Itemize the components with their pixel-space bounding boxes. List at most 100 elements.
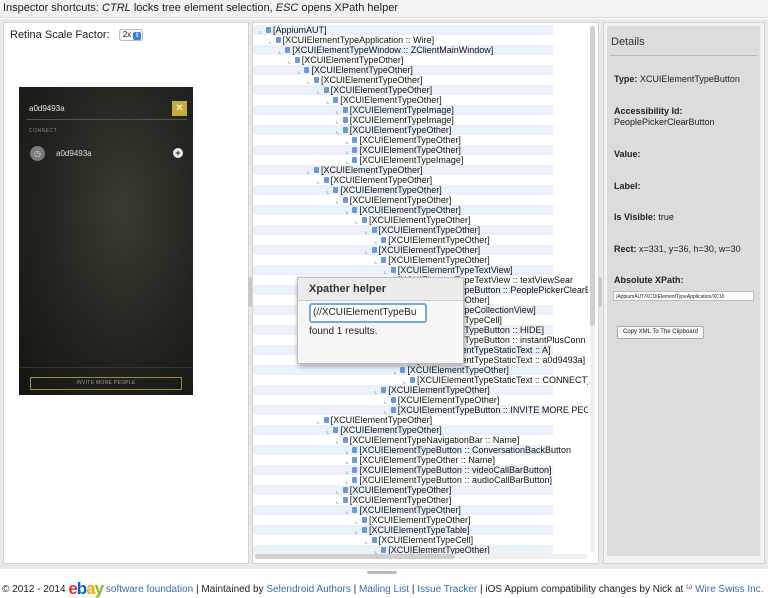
software-foundation-link[interactable]: software foundation [103, 584, 193, 595]
tree-node[interactable]: ⌞[XCUIElementTypeOther] [384, 395, 500, 405]
tree-horizontal-scroll-thumb[interactable] [255, 554, 455, 559]
tree-node[interactable]: ⌞ [XCUIElementTypeApplication :: Wire] [269, 35, 435, 45]
tree-node[interactable]: ⌞[XCUIElementTypeOther] [336, 125, 452, 135]
tree-node[interactable]: ⌞[XCUIElementTypeOther] [365, 225, 481, 235]
tree-node-icon [381, 237, 387, 243]
phone-invite-button[interactable]: INVITE MORE PEOPLE [30, 377, 182, 390]
ebay-logo[interactable]: ebay [68, 579, 105, 598]
tree-node[interactable]: ⌞[XCUIElementTypeOther] [355, 215, 471, 225]
tree-node-label: [XCUIElementTypeOther] [349, 195, 452, 205]
phone-search-text[interactable]: a0d9493a [29, 104, 65, 113]
tree-node-label: [XCUIElementTypeButton :: ConversationBa… [359, 445, 572, 455]
retina-scale-select[interactable]: 2x ⇕ [118, 29, 144, 41]
tree-connector-icon: ⌞ [326, 188, 330, 195]
copy-xml-button[interactable]: Copy XML To The Clipboard [617, 326, 704, 339]
details-box: Details Type: XCUIElementTypeButton Acce… [607, 26, 760, 556]
tree-node[interactable]: ⌞ [XCUIElementTypeTextView] [384, 265, 513, 275]
tree-node[interactable]: ⌞[XCUIElementTypeOther] [345, 135, 461, 145]
tree-vertical-scroll-thumb[interactable] [590, 26, 595, 326]
wire-swiss-link[interactable]: Wire Swiss Inc. [692, 584, 763, 595]
tree-node-label: [XCUIElementTypeOther] [369, 515, 471, 525]
tree-node[interactable]: ⌞[XCUIElementTypeOther] [288, 55, 404, 65]
tree-node[interactable]: ⌞ [XCUIElementTypeStaticText :: CONNECT] [403, 375, 588, 385]
tree-node[interactable]: ⌞[XCUIElementTypeOther] [307, 75, 423, 85]
tree-node[interactable]: ⌞[XCUIElementTypeOther] [317, 415, 433, 425]
tree-node[interactable]: ⌞ [AppiumAUT] [259, 25, 327, 35]
tree-node-icon [275, 37, 281, 43]
tree-node[interactable]: ⌞ [XCUIElementTypeTable] [355, 525, 470, 535]
xpather-helper-dialog: Xpather helper (//XCUIElementTypeBu foun… [297, 277, 464, 364]
tree-node[interactable]: ⌞[XCUIElementTypeOther] [336, 495, 452, 505]
tree-node[interactable]: ⌞ [XCUIElementTypeWindow :: ZClientMainWi… [278, 45, 493, 55]
tree-node[interactable]: ⌞[XCUIElementTypeOther] [336, 485, 452, 495]
phone-add-icon[interactable]: + [173, 148, 183, 158]
tree-node[interactable]: ⌞ [XCUIElementTypeOther :: Name] [345, 455, 495, 465]
right-splitter[interactable] [598, 277, 602, 307]
tree-node-label: [XCUIElementTypeOther] [321, 75, 423, 85]
tree-connector-icon: ⌞ [345, 508, 349, 515]
phone-contact-name[interactable]: a0d9493a [56, 149, 92, 158]
selendroid-authors-link[interactable]: Selendroid Authors [266, 584, 351, 595]
retina-scale-row: Retina Scale Factor: 2x ⇕ [10, 29, 144, 41]
tree-node[interactable]: ⌞[XCUIElementTypeOther] [374, 385, 490, 395]
tree-node[interactable]: ⌞[XCUIElementTypeOther] [345, 205, 461, 215]
tree-node[interactable]: ⌞ [XCUIElementTypeButton :: INVITE MORE P… [384, 405, 588, 415]
tree-node-icon [362, 527, 367, 533]
tree-node[interactable]: ⌞[XCUIElementTypeOther] [326, 425, 442, 435]
tree-node[interactable]: ⌞[XCUIElementTypeOther] [317, 175, 433, 185]
tree-node-label: [XCUIElementTypeOther] [311, 65, 413, 75]
tree-node-label: [XCUIElementTypeOther :: Name] [359, 455, 495, 465]
shortcuts-bar: Inspector shortcuts: CTRL locks tree ele… [0, 0, 768, 18]
mailing-list-link[interactable]: Mailing List [359, 584, 409, 595]
tree-connector-icon: ⌞ [278, 48, 282, 55]
tree-node[interactable]: ⌞[XCUIElementTypeOther] [307, 165, 423, 175]
tree-node[interactable]: ⌞[XCUIElementTypeOther] [365, 245, 481, 255]
tree-node[interactable]: ⌞[XCUIElementTypeCell] [365, 535, 474, 545]
tree-node[interactable]: ⌞ [XCUIElementTypeImage] [345, 155, 463, 165]
tree-node[interactable]: ⌞[XCUIElementTypeOther] [326, 185, 442, 195]
device-screenshot[interactable]: a0d9493a ✕ CONNECT ◷ a0d9493a + INVITE M… [19, 87, 193, 395]
tree-node[interactable]: ⌞ [XCUIElementTypeButton :: ConversationB… [345, 445, 571, 455]
phone-clear-button[interactable]: ✕ [172, 101, 187, 116]
tree-node[interactable]: ⌞[XCUIElementTypeOther] [336, 195, 452, 205]
tree-node[interactable]: ⌞ [XCUIElementTypeButton :: videoCallBarB… [345, 465, 551, 475]
footer-sep-1: | Maintained by [193, 584, 267, 595]
tree-node-icon [410, 377, 415, 383]
tree-node-icon [381, 257, 387, 263]
tree-node-icon [323, 417, 329, 423]
tree-node[interactable]: ⌞[XCUIElementTypeOther] [326, 95, 442, 105]
tree-node-label: [XCUIElementTypeStaticText :: CONNECT] [417, 375, 588, 385]
tree-node[interactable]: ⌞[XCUIElementTypeOther] [355, 515, 471, 525]
tree-node-icon [342, 437, 348, 443]
phone-avatar-icon[interactable]: ◷ [30, 146, 45, 161]
tree-node[interactable]: ⌞ [XCUIElementTypeImage] [336, 105, 454, 115]
tree-node[interactable]: ⌞[XCUIElementTypeOther] [345, 145, 461, 155]
tree-node-label: [XCUIElementTypeOther] [330, 175, 433, 185]
tree-node-icon [285, 47, 291, 53]
tree-node[interactable]: ⌞[XCUIElementTypeOther] [374, 235, 490, 245]
absolute-xpath-field[interactable]: /AppiumAUT/XCUIElementTypeApplication/XC… [613, 291, 754, 301]
xpath-query-input[interactable]: (//XCUIElementTypeBu [309, 303, 427, 323]
tree-node[interactable]: ⌞[XCUIElementTypeOther] [317, 85, 433, 95]
tree-node[interactable]: ⌞ [XCUIElementTypeNavigationBar :: Name] [336, 435, 520, 445]
tree-node[interactable]: ⌞[XCUIElementTypeOther] [297, 65, 413, 75]
detail-rect: Rect: x=331, y=36, h=30, w=30 [614, 244, 756, 255]
ebay-letter-y: y [94, 579, 105, 598]
phone-divider [27, 119, 187, 120]
issue-tracker-link[interactable]: Issue Tracker [417, 584, 477, 595]
tree-node-icon [342, 107, 348, 113]
tree-node[interactable]: ⌞[XCUIElementTypeOther] [393, 365, 509, 375]
tree-node-label: [XCUIElementTypeOther] [330, 85, 433, 95]
footer-sep-2: | [350, 584, 360, 595]
tree-node-label: [XCUIElementTypeOther] [349, 125, 452, 135]
tree-node-label: [XCUIElementTypeOther] [359, 145, 461, 155]
tree-node[interactable]: ⌞ [XCUIElementTypeButton :: audioCallBarB… [345, 475, 552, 485]
tree-node[interactable]: ⌞ [XCUIElementTypeImage] [336, 115, 454, 125]
tree-node[interactable]: ⌞[XCUIElementTypeOther] [345, 505, 461, 515]
bottom-resize-grip[interactable] [367, 571, 397, 574]
shortcuts-mid: locks tree element selection, [130, 2, 276, 14]
tree-node-icon [362, 217, 367, 223]
shortcuts-suffix: opens XPath helper [298, 2, 398, 14]
tree-node[interactable]: ⌞[XCUIElementTypeOther] [374, 255, 490, 265]
footer: © 2012 - 2014 ebay software foundation |… [0, 578, 768, 598]
